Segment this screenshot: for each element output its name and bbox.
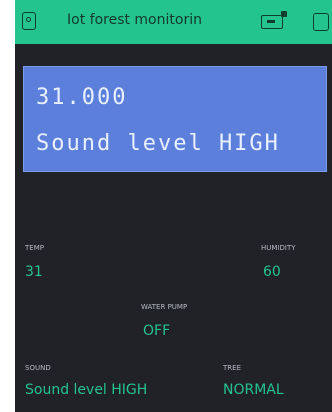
temp-label: TEMP (25, 244, 44, 252)
water-pump-label: WATER PUMP (141, 303, 188, 311)
tree-value[interactable]: NORMAL (223, 382, 284, 398)
water-pump-value[interactable]: OFF (143, 323, 170, 339)
project-icon[interactable] (22, 12, 36, 30)
lcd-line-1: 31.000 (36, 85, 128, 110)
lcd-line-2: Sound level HIGH (36, 131, 280, 156)
temp-value[interactable]: 31 (25, 264, 43, 280)
tree-label: TREE (223, 364, 241, 372)
lcd-display[interactable]: 31.000 Sound level HIGH (23, 66, 327, 172)
device-icon[interactable] (261, 11, 287, 29)
top-bar: Iot forest monitorin (15, 0, 332, 44)
humidity-value[interactable]: 60 (263, 264, 281, 280)
humidity-label: HUMIDITY (261, 244, 296, 252)
app-screen: Iot forest monitorin 31.000 Sound level … (15, 0, 332, 412)
sound-label: SOUND (25, 364, 51, 372)
project-title: Iot forest monitorin (67, 12, 202, 28)
sound-value[interactable]: Sound level HIGH (25, 382, 147, 398)
stop-icon[interactable] (313, 13, 329, 31)
